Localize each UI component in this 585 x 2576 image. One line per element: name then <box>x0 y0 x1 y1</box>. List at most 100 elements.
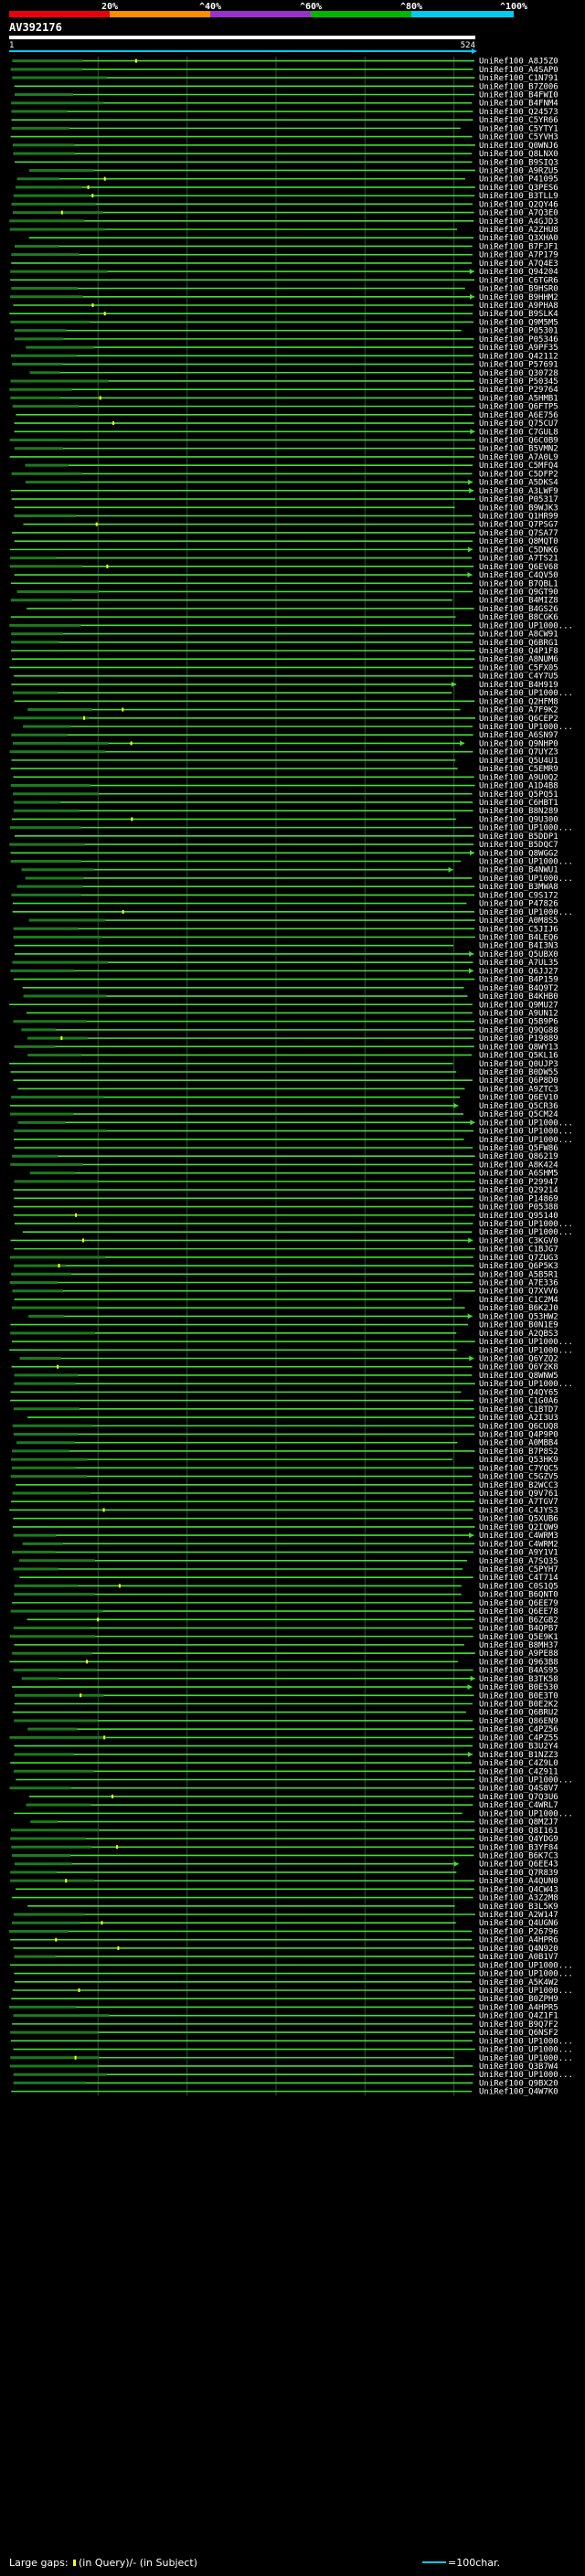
hit-row[interactable]: UniRef100_B8MH37 <box>14 1641 558 1650</box>
hit-row[interactable]: UniRef100_Q8LNX0 <box>13 150 558 159</box>
hit-row[interactable]: UniRef100_B9WJK3 <box>14 504 558 513</box>
hit-row[interactable]: UniRef100_Q4Z1F1 <box>13 2012 558 2021</box>
hit-row[interactable]: UniRef100_Q6JJ27 <box>10 967 558 976</box>
hit-row[interactable]: UniRef100_P05346 <box>14 335 558 345</box>
hit-row[interactable]: UniRef100_A4GJD3 <box>9 217 558 227</box>
hit-row[interactable]: UniRef100_B4NWU1 <box>21 866 558 875</box>
hit-row[interactable]: UniRef100_Q9U300 <box>11 815 558 824</box>
hit-row[interactable]: UniRef100_Q6YZQ2 <box>19 1354 558 1363</box>
hit-row[interactable]: UniRef100_Q9BX20 <box>13 2079 558 2088</box>
hit-row[interactable]: UniRef100_B0E530 <box>12 1683 558 1692</box>
hit-row[interactable]: UniRef100_Q8MQT0 <box>14 537 558 546</box>
hit-row[interactable]: UniRef100_Q9MU27 <box>9 1001 558 1010</box>
hit-row[interactable]: UniRef100_B7FJF1 <box>14 242 558 251</box>
hit-row[interactable]: UniRef100_Q7PSG7 <box>23 521 558 530</box>
hit-row[interactable]: UniRef100_B2WCC3 <box>16 1481 558 1490</box>
hit-row[interactable]: UniRef100_C5YTY1 <box>11 124 558 133</box>
hit-row[interactable]: UniRef100_C4WRM3 <box>13 1532 558 1541</box>
hit-row[interactable]: UniRef100_A7P179 <box>11 251 558 260</box>
hit-row[interactable]: UniRef100_B6K2J0 <box>11 1304 558 1313</box>
hit-row[interactable]: UniRef100_A2W147 <box>13 1911 558 1920</box>
hit-row[interactable]: UniRef100_B4Q9T2 <box>22 984 558 993</box>
hit-row[interactable]: UniRef100_C5PYH7 <box>13 1565 558 1574</box>
hit-row[interactable]: UniRef100_C4Y7U5 <box>14 673 558 682</box>
hit-row[interactable]: UniRef100_A5K4W2 <box>14 1978 558 1988</box>
hit-row[interactable]: UniRef100_A9PHA8 <box>13 302 558 311</box>
hit-row[interactable]: UniRef100_Q6EE43 <box>14 1860 558 1870</box>
hit-row[interactable]: UniRef100_Q4CW43 <box>16 1885 558 1894</box>
hit-row[interactable]: UniRef100_Q24573 <box>11 108 558 117</box>
hit-row[interactable]: UniRef100_Q3B7W4 <box>9 2062 558 2072</box>
hit-row[interactable]: UniRef100_B3YF84 <box>11 1843 558 1852</box>
hit-row[interactable]: UniRef100_P26796 <box>9 1927 558 1936</box>
hit-row[interactable]: UniRef100_Q6CEP2 <box>13 715 558 724</box>
hit-row[interactable]: UniRef100_B0ZPH9 <box>11 1995 558 2004</box>
hit-row[interactable]: UniRef100_Q7ZUG3 <box>9 1254 558 1263</box>
hit-row[interactable]: UniRef100_Q4P9P0 <box>13 1430 558 1439</box>
hit-row[interactable]: UniRef100_B9HHM2 <box>9 293 558 302</box>
hit-row[interactable]: UniRef100_B6QNT0 <box>14 1591 558 1600</box>
hit-row[interactable]: UniRef100_B4KHB0 <box>23 992 558 1002</box>
hit-row[interactable]: UniRef100_A7SQ35 <box>18 1557 558 1566</box>
hit-row[interactable]: UniRef100_Q75CU7 <box>14 419 558 429</box>
hit-row[interactable]: UniRef100_Q5B9P6 <box>13 1018 558 1027</box>
hit-row[interactable]: UniRef100_B8CGK6 <box>10 613 558 622</box>
hit-row[interactable]: UniRef100_C5DFP2 <box>11 470 558 479</box>
hit-row[interactable]: UniRef100_P29947 <box>14 1178 558 1187</box>
hit-row[interactable]: UniRef100_Q5CR36 <box>10 1102 558 1111</box>
hit-row[interactable]: UniRef100_B7Z006 <box>14 82 558 91</box>
hit-row[interactable]: UniRef100_Q8I161 <box>10 1827 558 1836</box>
hit-row[interactable]: UniRef100_B0N1E9 <box>10 1321 558 1330</box>
hit-row[interactable]: UniRef100_A7Q3E0 <box>12 209 558 218</box>
hit-row[interactable]: UniRef100_B4MIZ8 <box>10 597 558 606</box>
hit-row[interactable]: UniRef100_Q9V761 <box>12 1489 558 1499</box>
hit-row[interactable]: UniRef100_C9S172 <box>11 891 558 900</box>
hit-row[interactable]: UniRef100_Q8WY13 <box>14 1043 558 1052</box>
hit-row[interactable]: UniRef100_C5DNK6 <box>9 546 558 555</box>
hit-row[interactable]: UniRef100_A4HPR6 <box>10 1936 558 1945</box>
hit-row[interactable]: UniRef100_B5VMN2 <box>14 445 558 454</box>
hit-row[interactable]: UniRef100_Q7UYZ3 <box>9 748 558 758</box>
hit-row[interactable]: UniRef100_B4FWI0 <box>14 90 558 100</box>
hit-row[interactable]: UniRef100_Q0WNJ6 <box>12 142 558 151</box>
hit-row[interactable]: UniRef100_Q6Y2K8 <box>11 1363 558 1373</box>
hit-row[interactable]: UniRef100_Q5CM24 <box>10 1110 558 1119</box>
hit-row[interactable]: UniRef100_Q86219 <box>12 1152 558 1161</box>
hit-row[interactable]: UniRef100_P05388 <box>13 1203 558 1213</box>
hit-row[interactable]: UniRef100_P50345 <box>10 377 558 387</box>
hit-row[interactable]: UniRef100_Q5XUB6 <box>13 1515 558 1524</box>
hit-row[interactable]: UniRef100_Q7SA77 <box>12 529 558 538</box>
hit-row[interactable]: UniRef100_A8K424 <box>10 1161 558 1170</box>
hit-row[interactable]: UniRef100_B3TLL9 <box>13 192 558 201</box>
hit-row[interactable]: UniRef100_Q5E9K1 <box>9 1633 558 1642</box>
hit-row[interactable]: UniRef100_P57691 <box>12 361 558 370</box>
hit-row[interactable]: UniRef100_Q7R839 <box>10 1869 558 1878</box>
hit-row[interactable]: UniRef100_A0B1V7 <box>14 1953 558 1962</box>
hit-row[interactable]: UniRef100_Q42112 <box>11 352 558 361</box>
hit-row[interactable]: UniRef100_Q6P8D0 <box>13 1076 558 1086</box>
hit-row[interactable]: UniRef100_Q6FTP5 <box>12 403 558 412</box>
hit-row[interactable]: UniRef100_B0E2K2 <box>14 1701 558 1710</box>
hit-row[interactable]: UniRef100_C1BTD7 <box>13 1405 558 1415</box>
hit-row[interactable]: UniRef100_A1D4B8 <box>10 782 558 791</box>
hit-row[interactable]: UniRef100_Q2QY46 <box>11 200 558 209</box>
hit-row[interactable]: UniRef100_Q6BRG1 <box>11 639 558 648</box>
hit-row[interactable]: UniRef100_Q4UGN6 <box>11 1919 558 1928</box>
hit-row[interactable]: UniRef100_B9SIQ3 <box>14 158 558 167</box>
hit-row[interactable]: UniRef100_Q6CUQ8 <box>12 1422 558 1431</box>
hit-row[interactable]: UniRef100_C1BJG7 <box>14 1246 558 1255</box>
hit-row[interactable]: UniRef100_B4FNM4 <box>11 100 558 109</box>
hit-row[interactable]: UniRef100_P05317 <box>11 495 558 504</box>
hit-row[interactable]: UniRef100_Q963B8 <box>9 1658 558 1667</box>
hit-row[interactable]: UniRef100_B4QPB7 <box>13 1625 558 1634</box>
hit-row[interactable]: UniRef100_B0E3T0 <box>14 1691 558 1701</box>
hit-row[interactable]: UniRef100_A6SN97 <box>11 731 558 740</box>
hit-row[interactable]: UniRef100_A5B5R1 <box>11 1270 558 1279</box>
hit-row[interactable]: UniRef100_A7UL35 <box>12 959 558 968</box>
hit-row[interactable]: UniRef100_B3TK58 <box>21 1675 558 1684</box>
hit-row[interactable]: UniRef100_B6K7C3 <box>12 1851 558 1860</box>
hit-row[interactable]: UniRef100_Q4YDG9 <box>10 1835 558 1844</box>
hit-row[interactable]: UniRef100_B5DDP1 <box>14 832 558 842</box>
hit-row[interactable]: UniRef100_A3Z2M8 <box>12 1894 558 1903</box>
hit-row[interactable]: UniRef100_B9HSR0 <box>11 285 558 294</box>
